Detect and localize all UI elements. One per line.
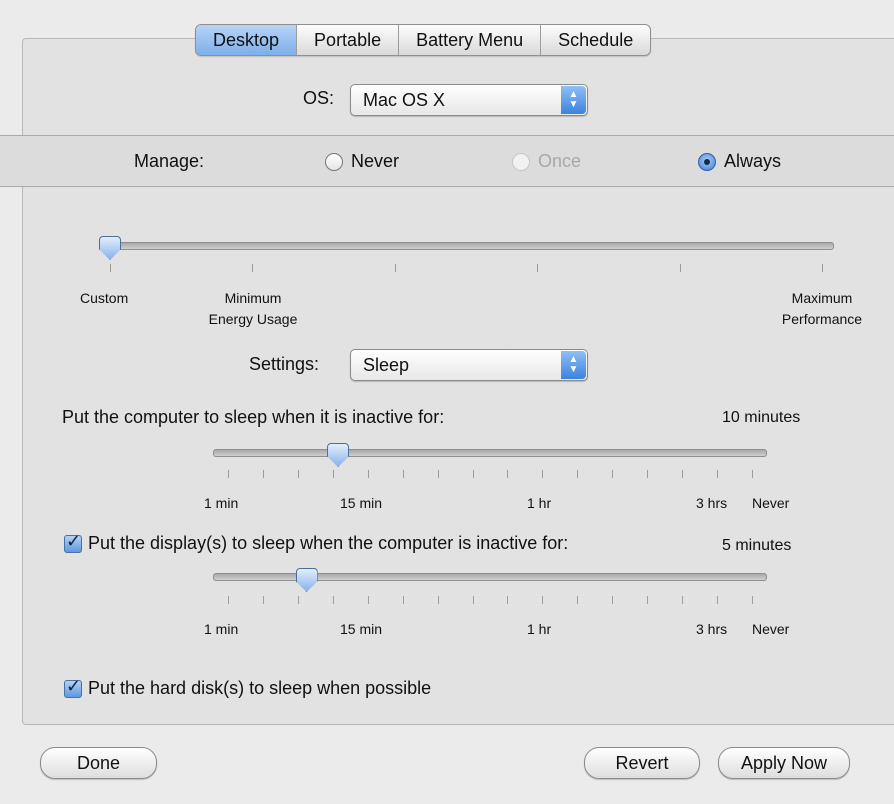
computer-tick-1min: 1 min [204, 495, 239, 511]
display-sleep-label: Put the display(s) to sleep when the com… [88, 533, 569, 553]
computer-sleep-ticks [228, 470, 753, 478]
updown-arrow-icon: ▲ ▼ [561, 86, 586, 114]
slider-tick [367, 596, 369, 604]
manage-label: Manage: [134, 151, 205, 171]
slider-tick [612, 596, 614, 604]
apply-now-button[interactable]: Apply Now [718, 747, 850, 779]
profile-label-maximum-line2: Performance [781, 311, 863, 327]
radio-never-circle [325, 152, 343, 171]
os-value: Mac OS X [363, 90, 446, 110]
slider-tick [472, 470, 474, 478]
slider-tick [228, 596, 229, 604]
tab-portable[interactable]: Portable [296, 25, 398, 55]
computer-tick-1hr: 1 hr [527, 495, 552, 511]
slider-tick [297, 470, 299, 478]
tab-schedule[interactable]: Schedule [540, 25, 650, 55]
profile-label-custom: Custom [80, 290, 129, 306]
settings-label: Settings: [249, 354, 320, 374]
slider-tick [437, 470, 439, 478]
display-tick-1hr: 1 hr [527, 621, 552, 637]
display-sleep-checkbox[interactable]: Put the display(s) to sleep when the com… [64, 531, 569, 554]
slider-tick [577, 596, 579, 604]
slider-tick [262, 596, 264, 604]
display-tick-1min: 1 min [204, 621, 239, 637]
slider-tick [367, 470, 369, 478]
slider-tick [402, 470, 404, 478]
radio-always-label: Always [724, 151, 782, 171]
slider-tick [228, 470, 229, 478]
computer-sleep-label: Put the computer to sleep when it is ina… [62, 407, 445, 427]
slider-tick [332, 596, 334, 604]
settings-value: Sleep [363, 355, 410, 375]
slider-tick [577, 470, 579, 478]
slider-tick [297, 596, 299, 604]
slider-tick [507, 470, 509, 478]
slider-tick [682, 470, 684, 478]
revert-button[interactable]: Revert [584, 747, 700, 779]
display-tick-3hrs: 3 hrs [696, 621, 728, 637]
tab-desktop[interactable]: Desktop [196, 25, 297, 55]
profile-label-minimum-line1: Minimum [224, 290, 282, 306]
slider-tick [537, 264, 539, 272]
settings-popup[interactable]: Sleep ▲ ▼ [350, 349, 588, 381]
slider-tick [752, 596, 753, 604]
profile-label-minimum-line2: Energy Usage [208, 311, 298, 327]
computer-sleep-value: 10 minutes [722, 409, 801, 426]
profile-label-maximum-line1: Maximum [791, 290, 853, 306]
slider-tick [717, 470, 719, 478]
tab-battery-menu[interactable]: Battery Menu [398, 25, 540, 55]
os-popup[interactable]: Mac OS X ▲ ▼ [350, 84, 588, 116]
profile-slider-track[interactable] [100, 242, 834, 250]
computer-tick-3hrs: 3 hrs [696, 495, 728, 511]
slider-tick [679, 264, 681, 272]
display-tick-15min: 15 min [340, 621, 383, 637]
slider-tick [542, 470, 544, 478]
computer-sleep-track[interactable] [213, 449, 767, 457]
slider-tick [507, 596, 509, 604]
slider-tick [394, 264, 396, 272]
radio-once-circle [512, 152, 530, 171]
display-sleep-value: 5 minutes [722, 537, 792, 554]
updown-arrow-icon: ▲ ▼ [561, 351, 586, 379]
slider-tick [612, 470, 614, 478]
radio-never-label: Never [351, 151, 400, 171]
display-tick-never: Never [752, 621, 790, 637]
slider-tick [262, 470, 264, 478]
radio-always[interactable]: Always [698, 151, 781, 172]
disk-sleep-checkbox[interactable]: Put the hard disk(s) to sleep when possi… [64, 676, 432, 699]
os-label: OS: [303, 88, 335, 108]
slider-tick [472, 596, 474, 604]
slider-tick [822, 264, 823, 272]
disk-sleep-label: Put the hard disk(s) to sleep when possi… [88, 678, 432, 698]
slider-tick [752, 470, 753, 478]
slider-tick [647, 470, 649, 478]
profile-label-minimum: Minimum Energy Usage [200, 288, 306, 330]
slider-tick [647, 596, 649, 604]
slider-tick [682, 596, 684, 604]
slider-tick [402, 596, 404, 604]
profile-slider-ticks [110, 264, 823, 272]
slider-tick [717, 596, 719, 604]
checkmark-icon [64, 531, 82, 553]
profile-label-maximum: Maximum Performance [772, 288, 872, 330]
slider-tick [110, 264, 111, 272]
radio-once-label: Once [538, 151, 582, 171]
slider-tick [437, 596, 439, 604]
radio-once: Once [512, 151, 581, 172]
display-sleep-ticks [228, 596, 753, 604]
slider-tick [332, 470, 334, 478]
radio-never[interactable]: Never [325, 151, 399, 172]
radio-always-circle [698, 152, 716, 171]
checkmark-icon [64, 676, 82, 698]
slider-tick [252, 264, 254, 272]
slider-tick [542, 596, 544, 604]
computer-tick-15min: 15 min [340, 495, 383, 511]
tab-bar: Desktop Portable Battery Menu Schedule [195, 24, 652, 56]
done-button[interactable]: Done [40, 747, 157, 779]
computer-tick-never: Never [752, 495, 790, 511]
